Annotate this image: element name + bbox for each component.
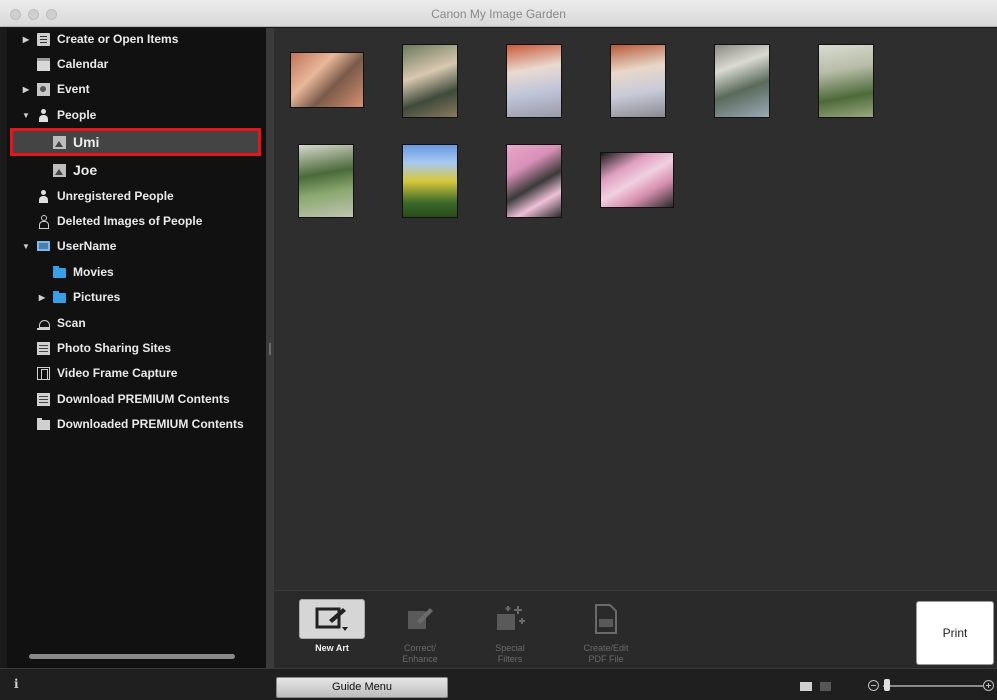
sidebar-item-label: Video Frame Capture [57, 366, 178, 380]
sidebar-item-label: Joe [73, 162, 98, 178]
folder-icon [53, 291, 66, 303]
print-button[interactable]: Print [916, 601, 994, 665]
zoom-in-icon[interactable] [983, 680, 994, 691]
photo-thumbnail[interactable] [402, 144, 458, 218]
new-art-button[interactable]: New Art [292, 599, 372, 654]
sidebar-item-scan[interactable]: Scan [37, 312, 86, 334]
sidebar-item-umi[interactable]: Umi [53, 131, 99, 153]
sidebar-item-download-premium-contents[interactable]: Download PREMIUM Contents [37, 388, 230, 410]
special-filters-icon-box [477, 599, 543, 639]
folder-icon [53, 266, 66, 278]
photo-thumbnail[interactable] [714, 44, 770, 118]
photo-thumbnail[interactable] [600, 152, 674, 208]
sidebar-item-label: Downloaded PREMIUM Contents [57, 417, 244, 431]
people-icon [37, 108, 50, 122]
sidebar-item-label: Deleted Images of People [57, 214, 203, 228]
deleted-people-icon [37, 214, 50, 229]
thumbnail-view-icon[interactable] [800, 682, 812, 691]
sidebar-item-label: UserName [57, 239, 117, 253]
sidebar-item-label: Movies [73, 265, 114, 279]
new-art-icon [315, 607, 348, 631]
zoom-slider-thumb[interactable] [884, 679, 890, 691]
window-titlebar: Canon My Image Garden [0, 0, 997, 27]
collapse-arrow-icon[interactable]: ▼ [21, 242, 31, 251]
special-filters-label: Special Filters [495, 643, 525, 664]
sidebar-item-label: Download PREMIUM Contents [57, 392, 230, 406]
unregistered-people-icon [37, 189, 50, 203]
expand-arrow-icon[interactable]: ▶ [21, 35, 31, 44]
info-icon[interactable]: i [14, 677, 19, 691]
sidebar-item-photo-sharing-sites[interactable]: Photo Sharing Sites [37, 337, 171, 359]
sidebar-item-label: Calendar [57, 57, 109, 71]
sidebar: ▶ Create or Open Items Calendar ▶ Event … [7, 28, 266, 668]
sidebar-item-label: Event [57, 82, 90, 96]
zoom-slider-track[interactable] [883, 685, 983, 687]
create-edit-pdf-icon-box [573, 599, 639, 639]
sidebar-item-movies[interactable]: Movies [53, 261, 114, 283]
video-capture-icon [37, 366, 50, 380]
photo-thumbnail[interactable] [290, 52, 364, 108]
photo-sharing-icon [37, 341, 50, 355]
window-title: Canon My Image Garden [431, 7, 566, 21]
new-art-label: New Art [315, 643, 349, 653]
photo-thumbnail[interactable] [610, 44, 666, 118]
event-icon [37, 82, 50, 96]
sidebar-scrollbar[interactable] [29, 654, 235, 659]
sidebar-item-unregistered-people[interactable]: Unregistered People [37, 185, 174, 207]
calendar-icon [37, 57, 50, 71]
sidebar-item-video-frame-capture[interactable]: Video Frame Capture [37, 362, 177, 384]
sidebar-item-label: Umi [73, 134, 100, 150]
sidebar-item-deleted-images-of-people[interactable]: Deleted Images of People [37, 210, 202, 232]
status-bar: i Guide Menu [0, 668, 997, 700]
photo-thumbnail[interactable] [506, 44, 562, 118]
downloaded-folder-icon [37, 418, 50, 430]
scan-icon [37, 317, 50, 330]
create-items-icon [37, 32, 50, 46]
photo-thumbnail[interactable] [298, 144, 354, 218]
create-edit-pdf-button[interactable]: Create/Edit PDF File [566, 599, 646, 665]
correct-enhance-icon-box [387, 599, 453, 639]
sidebar-item-pictures[interactable]: ▶ Pictures [37, 286, 120, 308]
collapse-arrow-icon[interactable]: ▼ [21, 111, 31, 120]
person-photo-icon [53, 135, 66, 149]
expand-arrow-icon[interactable]: ▶ [21, 85, 31, 94]
sidebar-item-username[interactable]: ▼ UserName [21, 235, 116, 257]
sidebar-item-label: People [57, 108, 97, 122]
sidebar-item-label: Photo Sharing Sites [57, 341, 172, 355]
sidebar-item-label: Pictures [73, 290, 121, 304]
sidebar-item-downloaded-premium-contents[interactable]: Downloaded PREMIUM Contents [37, 413, 244, 435]
sidebar-item-create-or-open-items[interactable]: ▶ Create or Open Items [21, 28, 178, 50]
sidebar-item-label: Unregistered People [57, 189, 174, 203]
create-edit-pdf-label: Create/Edit PDF File [583, 643, 629, 664]
photo-thumbnail[interactable] [506, 144, 562, 218]
download-icon [37, 392, 50, 406]
photo-thumbnail[interactable] [402, 44, 458, 118]
thumbnail-grid [274, 28, 997, 590]
correct-enhance-icon [408, 608, 433, 629]
sidebar-item-label: Scan [57, 316, 86, 330]
correct-enhance-label: Correct/ Enhance [402, 643, 438, 664]
bottom-toolbar: New Art Correct/ Enhance Special Filters [274, 590, 997, 668]
special-filters-button[interactable]: Special Filters [470, 599, 550, 665]
expand-arrow-icon[interactable]: ▶ [37, 293, 47, 302]
sidebar-item-event[interactable]: ▶ Event [21, 78, 90, 100]
computer-icon [37, 241, 50, 251]
sidebar-item-people[interactable]: ▼ People [21, 104, 96, 126]
details-view-icon[interactable] [820, 682, 831, 691]
sidebar-item-joe[interactable]: Joe [53, 159, 97, 181]
correct-enhance-button[interactable]: Correct/ Enhance [380, 599, 460, 665]
splitter-grip-icon[interactable] [269, 343, 271, 355]
pdf-file-icon [595, 604, 617, 634]
special-filters-icon [497, 606, 525, 630]
new-art-icon-box [299, 599, 365, 639]
person-photo-icon [53, 163, 66, 177]
sidebar-item-calendar[interactable]: Calendar [37, 53, 108, 75]
guide-menu-button[interactable]: Guide Menu [276, 677, 448, 698]
selection-highlight [10, 128, 261, 156]
photo-thumbnail[interactable] [818, 44, 874, 118]
sidebar-item-label: Create or Open Items [57, 32, 179, 46]
zoom-out-icon[interactable] [868, 680, 879, 691]
pane-splitter[interactable] [266, 28, 274, 668]
